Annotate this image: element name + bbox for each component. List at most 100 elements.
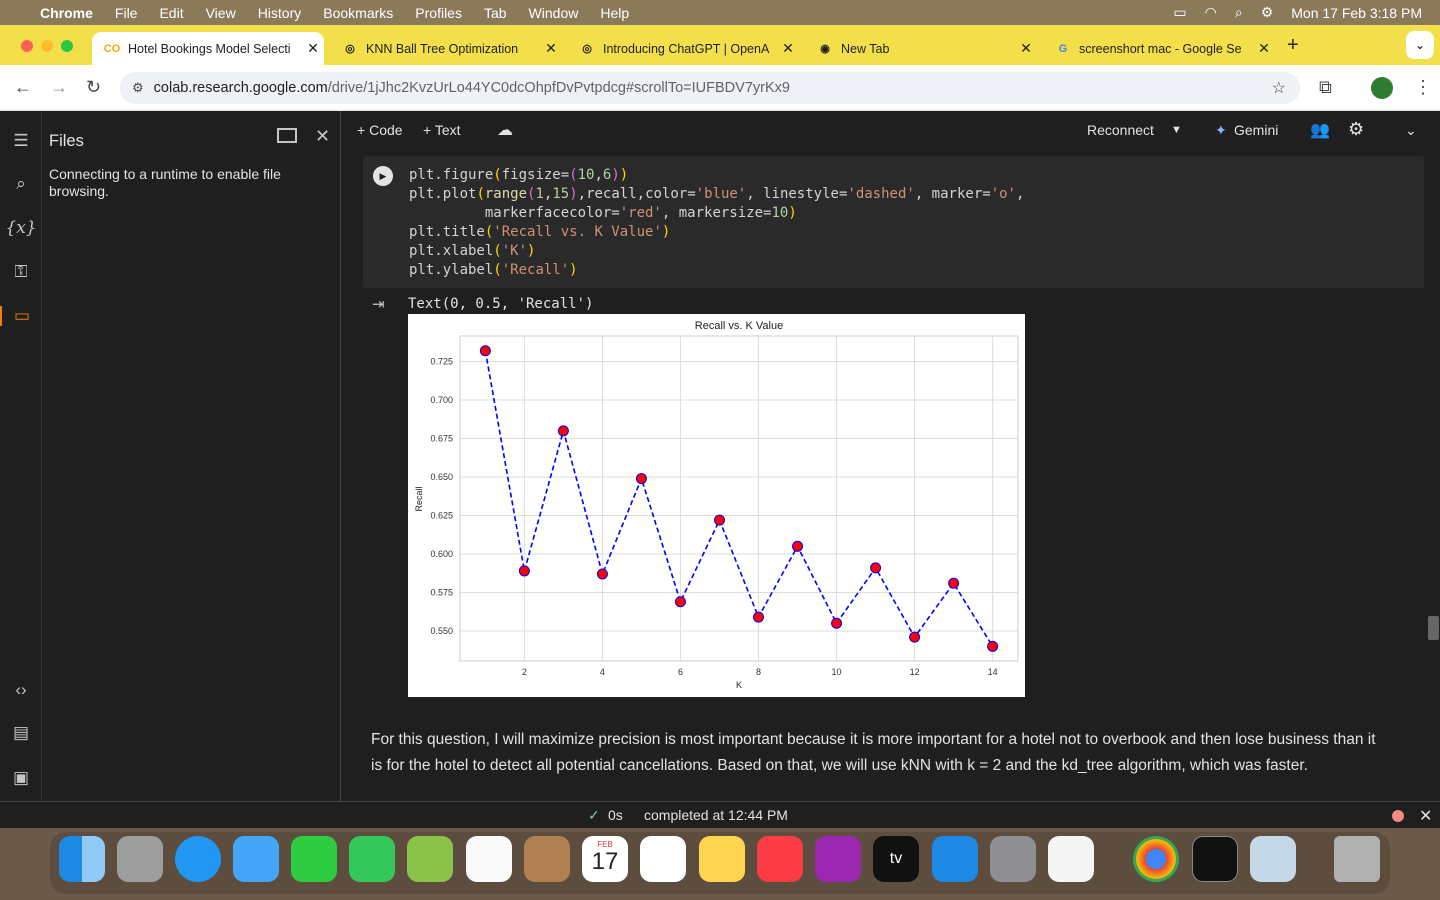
tab-knn[interactable]: ◎ KNN Ball Tree Optimization ✕ [330, 32, 562, 65]
runtime-dropdown-icon[interactable]: ▼ [1171, 124, 1182, 136]
open-in-tab-icon[interactable] [277, 128, 297, 143]
bookmark-star-icon[interactable]: ☆ [1272, 78, 1286, 98]
close-tab-icon[interactable]: ✕ [1253, 40, 1275, 57]
run-cell-button[interactable]: ▶ [373, 166, 393, 186]
close-tab-icon[interactable]: ✕ [302, 40, 324, 57]
menubar-clock[interactable]: Mon 17 Feb 3:18 PM [1291, 5, 1422, 21]
extensions-icon[interactable]: ⧉ [1319, 77, 1332, 98]
add-text-label: Text [434, 122, 461, 138]
code-snippets-icon[interactable]: ‹› [0, 680, 42, 700]
menu-app-chrome[interactable]: Chrome [40, 5, 93, 21]
menu-profiles[interactable]: Profiles [415, 5, 462, 21]
table-of-contents-icon[interactable]: ☰ [0, 131, 42, 151]
preview-icon[interactable] [1250, 836, 1296, 882]
facetime-icon[interactable] [291, 836, 337, 882]
add-code-button[interactable]: + Code [357, 122, 403, 138]
menu-help[interactable]: Help [600, 5, 629, 21]
files-folder-icon[interactable]: ▭ [0, 306, 42, 326]
collapse-header-icon[interactable]: ⌄ [1405, 122, 1417, 139]
tab-chatgpt[interactable]: ◎ Introducing ChatGPT | OpenA ✕ [567, 32, 799, 65]
app-store-icon[interactable] [932, 836, 978, 882]
vscode-icon[interactable] [1048, 836, 1094, 882]
address-bar[interactable]: ⚙ colab.research.google.com/drive/1jJhc2… [120, 72, 1300, 104]
menu-history[interactable]: History [258, 5, 302, 21]
settings-gear-icon[interactable]: ⚙ [1348, 119, 1364, 140]
menu-edit[interactable]: Edit [159, 5, 183, 21]
menu-tab[interactable]: Tab [484, 5, 507, 21]
menu-bookmarks[interactable]: Bookmarks [323, 5, 393, 21]
minimize-window-button[interactable] [41, 40, 53, 52]
completed-at-text[interactable]: completed at 12:44 PM [644, 807, 788, 823]
menu-window[interactable]: Window [529, 5, 579, 21]
reminders-icon[interactable] [640, 836, 686, 882]
url-path: /drive/1jJhc2KvzUrLo44YC0dcOhpfDvPvtpdcg… [327, 80, 790, 96]
output-toggle-icon[interactable]: ⇥ [372, 295, 385, 313]
runtime-status-dot[interactable] [1392, 810, 1404, 822]
menu-file[interactable]: File [115, 5, 138, 21]
tab-colab[interactable]: CO Hotel Bookings Model Selecti ✕ [92, 32, 324, 65]
terminal-dock-icon[interactable] [1192, 836, 1238, 882]
spotlight-icon[interactable]: ⌕ [1235, 4, 1243, 21]
chart-ylabel: Recall [414, 486, 424, 511]
x-tick-label: 12 [910, 667, 920, 677]
terminal-icon[interactable]: ▣ [0, 768, 42, 788]
new-tab-button[interactable]: + [1287, 34, 1299, 57]
tab-new-tab[interactable]: ◉ New Tab ✕ [805, 32, 1037, 65]
mail-icon[interactable] [233, 836, 279, 882]
reload-icon[interactable]: ↻ [86, 77, 101, 98]
files-panel-title: Files [49, 132, 84, 150]
chrome-dock-icon[interactable] [1133, 836, 1179, 882]
contacts-icon[interactable] [524, 836, 570, 882]
podcasts-icon[interactable] [815, 836, 861, 882]
trash-icon[interactable] [1334, 836, 1380, 882]
close-status-icon[interactable]: ✕ [1419, 806, 1432, 826]
photos-icon[interactable] [466, 836, 512, 882]
colab-icon: CO [103, 42, 121, 55]
calendar-icon[interactable]: FEB 17 [582, 836, 628, 882]
wifi-icon[interactable]: ◠ [1205, 4, 1217, 21]
music-icon[interactable] [757, 836, 803, 882]
close-tab-icon[interactable]: ✕ [1015, 40, 1037, 57]
close-window-button[interactable] [21, 40, 33, 52]
search-icon[interactable]: ⌕ [0, 174, 42, 194]
messages-icon[interactable] [349, 836, 395, 882]
chart-title: Recall vs. K Value [695, 320, 783, 332]
finder-icon[interactable] [59, 836, 105, 882]
safari-icon[interactable] [175, 836, 221, 882]
profile-avatar[interactable] [1371, 77, 1393, 99]
battery-icon[interactable]: ▭ [1173, 4, 1186, 21]
menu-view[interactable]: View [206, 5, 236, 21]
maps-icon[interactable] [407, 836, 453, 882]
more-menu-icon[interactable]: ⋮ [1414, 77, 1432, 98]
notes-icon[interactable] [699, 836, 745, 882]
apple-tv-icon[interactable]: tv [873, 836, 919, 882]
variables-icon[interactable]: {x} [0, 218, 42, 238]
close-panel-icon[interactable]: ✕ [315, 126, 330, 147]
reconnect-button[interactable]: Reconnect [1087, 122, 1154, 138]
forward-arrow-icon[interactable]: → [50, 77, 68, 98]
data-point-k1 [479, 345, 491, 357]
code-cell[interactable]: ▶ plt.figure(figsize=(10,6)) plt.plot(ra… [363, 156, 1424, 288]
tab-label: screenshort mac - Google Se [1079, 41, 1242, 56]
scrollbar-thumb[interactable] [1428, 616, 1439, 640]
data-point-k7 [713, 514, 725, 526]
zoom-window-button[interactable] [61, 40, 73, 52]
data-point-k4 [596, 568, 608, 580]
close-tab-icon[interactable]: ✕ [540, 40, 562, 57]
tab-google[interactable]: G screenshort mac - Google Se ✕ [1043, 32, 1275, 65]
gemini-button[interactable]: Gemini [1234, 122, 1278, 138]
secrets-key-icon[interactable]: ⚿ [0, 262, 42, 282]
back-arrow-icon[interactable]: ← [14, 77, 32, 98]
control-center-icon[interactable]: ⚙ [1261, 4, 1274, 21]
command-palette-icon[interactable]: ▤ [0, 723, 42, 743]
plot-area [459, 335, 1019, 662]
share-people-icon[interactable]: 👥 [1310, 120, 1330, 140]
drive-cloud-icon[interactable]: ☁ [497, 120, 513, 140]
site-info-icon[interactable]: ⚙ [132, 80, 144, 96]
system-settings-icon[interactable] [990, 836, 1036, 882]
code-editor[interactable]: plt.figure(figsize=(10,6)) plt.plot(rang… [409, 166, 1024, 280]
launchpad-icon[interactable] [117, 836, 163, 882]
add-text-button[interactable]: + Text [423, 122, 461, 138]
close-tab-icon[interactable]: ✕ [777, 40, 799, 57]
tab-search-button[interactable]: ⌄ [1406, 31, 1434, 59]
